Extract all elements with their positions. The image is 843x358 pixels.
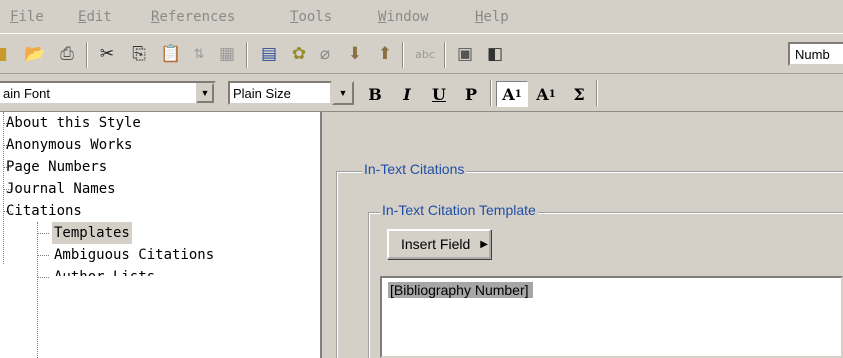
bold-button[interactable]: B <box>362 81 388 107</box>
print-icon[interactable]: ⎙ <box>56 43 78 65</box>
globe-icon[interactable]: ✿ <box>288 43 310 65</box>
tree-item-citations[interactable]: Citations <box>6 200 82 222</box>
tree-item-anonymous-works[interactable]: Anonymous Works <box>6 134 132 156</box>
subscript-base: A <box>536 84 549 104</box>
plain-button[interactable]: P <box>458 81 484 107</box>
menu-edit[interactable]: Edit <box>78 9 112 25</box>
menu-bar: File Edit References Tools Window Help <box>0 0 843 34</box>
in-text-citations-title: In-Text Citations <box>362 161 467 177</box>
superscript-button[interactable]: A1 <box>496 81 528 107</box>
menu-references[interactable]: References <box>151 9 235 25</box>
open-folder-icon[interactable]: 📂 <box>24 43 46 65</box>
citation-template-editor[interactable]: [Bibliography Number] <box>380 276 843 358</box>
insert-field-label: Insert Field <box>401 236 471 252</box>
window-icon[interactable]: ▤ <box>258 43 280 65</box>
export-icon[interactable]: ⬆ <box>374 43 396 65</box>
template-field-token[interactable]: [Bibliography Number] <box>388 282 533 298</box>
paste-icon[interactable]: 📋 <box>160 43 182 65</box>
tree-item-author-lists[interactable]: Author Lists <box>54 266 155 276</box>
import-icon[interactable]: ⬇ <box>344 43 366 65</box>
chevron-down-icon[interactable]: ▼ <box>332 81 354 105</box>
new-icon[interactable]: ▮ <box>0 43 14 65</box>
triangle-right-icon: ▶ <box>480 238 488 250</box>
tree-item-about-style[interactable]: About this Style <box>6 112 141 134</box>
template-group-title: In-Text Citation Template <box>380 202 538 218</box>
font-select-value: ain Font <box>3 86 50 101</box>
superscript-mark: 1 <box>514 88 522 100</box>
size-dropdown[interactable]: ▼ <box>332 81 354 105</box>
font-select[interactable]: ain Font ▼ <box>0 81 216 105</box>
menu-help[interactable]: Help <box>475 9 509 25</box>
copy-icon[interactable]: ⎘ <box>128 43 150 65</box>
menu-tools[interactable]: Tools <box>290 9 332 25</box>
insert-field-button[interactable]: Insert Field ▶ <box>387 229 491 259</box>
spellcheck-icon[interactable]: abc <box>414 43 436 65</box>
image-icon[interactable]: ▣ <box>454 43 476 65</box>
tree-item-page-numbers[interactable]: Page Numbers <box>6 156 107 178</box>
style-combo[interactable]: Numb <box>788 42 843 66</box>
panel-icon[interactable]: ◧ <box>484 43 506 65</box>
tree-item-journal-names[interactable]: Journal Names <box>6 178 116 200</box>
tree-item-ambiguous-citations[interactable]: Ambiguous Citations <box>54 244 214 266</box>
subscript-mark: 1 <box>548 88 556 100</box>
tree-item-templates[interactable]: Templates <box>52 222 132 244</box>
format-toolbar: ain Font ▼ Plain Size ▼ B I U P A1 A1 Σ <box>0 74 843 112</box>
chevron-down-icon[interactable]: ▼ <box>196 83 214 103</box>
subscript-button[interactable]: A1 <box>530 81 562 107</box>
cut-icon[interactable]: ✂ <box>96 43 118 65</box>
menu-window[interactable]: Window <box>378 9 429 25</box>
symbol-button[interactable]: Σ <box>566 81 592 107</box>
underline-button[interactable]: U <box>426 81 452 107</box>
citations-panel: In-Text Citations In-Text Citation Templ… <box>324 112 843 358</box>
size-select[interactable]: Plain Size <box>228 81 332 105</box>
main-toolbar: ▮ 📂 ⎙ ✂ ⎘ 📋 ⇅ ▦ ▤ ✿ ⌀ ⬇ ⬆ abc ▣ ◧ Numb <box>0 34 843 74</box>
clear-icon[interactable]: ▦ <box>216 43 238 65</box>
style-tree: About this Style Anonymous Works Page Nu… <box>0 112 322 358</box>
template-field-text: Bibliography Number <box>393 282 525 298</box>
sort-icon[interactable]: ⇅ <box>188 43 210 65</box>
size-select-value: Plain Size <box>233 86 291 101</box>
paperclip-icon[interactable]: ⌀ <box>314 43 336 65</box>
superscript-base: A <box>502 84 515 104</box>
menu-file[interactable]: File <box>10 9 44 25</box>
italic-button[interactable]: I <box>394 81 420 107</box>
